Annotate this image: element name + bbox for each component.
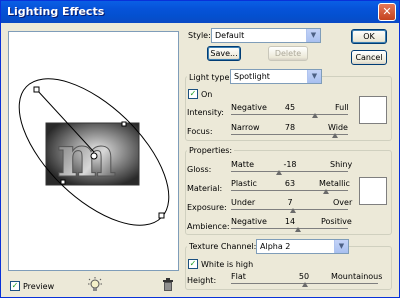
ok-button[interactable]: OK — [351, 29, 387, 44]
preview-panel[interactable]: m — [8, 31, 179, 271]
intensity-track — [231, 114, 348, 115]
light-handle-bottom — [158, 212, 165, 219]
height-value: 50 — [298, 272, 310, 281]
exposure-value: 7 — [287, 198, 293, 207]
focus-max: Wide — [328, 123, 348, 132]
gloss-min: Matte — [231, 160, 254, 169]
light-type-value: Spotlight — [234, 72, 270, 81]
focus-value: 78 — [284, 123, 296, 132]
ok-button-label: OK — [363, 32, 375, 41]
height-min: Flat — [231, 272, 246, 281]
ambience-track — [231, 228, 348, 229]
light-handle-top — [33, 86, 40, 93]
light-handle-top-right — [121, 121, 127, 127]
focus-slider[interactable] — [332, 133, 339, 138]
lighting-effects-dialog: Lighting Effects ✕ m ✓ Preview Style: De… — [0, 0, 400, 298]
intensity-value: 45 — [284, 103, 296, 112]
height-slider[interactable] — [301, 282, 308, 287]
exposure-slider[interactable] — [290, 208, 296, 213]
ambience-min: Negative — [231, 217, 267, 226]
close-button[interactable]: ✕ — [378, 3, 396, 21]
gloss-slider[interactable] — [275, 170, 282, 175]
exposure-min: Under — [231, 198, 256, 207]
focus-track — [231, 134, 348, 135]
height-label: Height: — [187, 276, 217, 285]
gloss-max: Shiny — [330, 160, 353, 169]
save-button[interactable]: Save... — [207, 46, 241, 61]
light-color-swatch[interactable] — [359, 96, 387, 124]
texture-channel-value: Alpha 2 — [260, 242, 291, 251]
dialog-title: Lighting Effects — [7, 5, 105, 18]
preview-canvas[interactable]: m — [9, 32, 180, 272]
ambience-slider[interactable] — [294, 227, 301, 232]
preview-checkbox[interactable]: ✓ — [10, 281, 20, 291]
properties-title: Properties: — [187, 146, 235, 155]
ambient-color-swatch[interactable] — [359, 177, 387, 205]
preview-letter-m: m — [57, 124, 116, 190]
texture-channel-select[interactable]: Alpha 2 ▼ — [256, 239, 349, 254]
white-is-high-checkbox[interactable]: ✓ — [188, 259, 198, 269]
light-on-checkbox[interactable]: ✓ — [188, 89, 198, 99]
delete-button-label: Delete — [274, 49, 302, 58]
material-track — [231, 190, 348, 191]
light-type-select[interactable]: Spotlight ▼ — [230, 69, 322, 84]
focus-min: Narrow — [231, 123, 260, 132]
material-slider[interactable] — [322, 189, 329, 194]
intensity-min: Negative — [231, 103, 267, 112]
chevron-down-icon: ▼ — [306, 29, 320, 42]
save-button-label: Save... — [210, 49, 238, 58]
cancel-button[interactable]: Cancel — [351, 50, 387, 65]
gloss-value: -18 — [283, 160, 297, 169]
chevron-down-icon: ▼ — [334, 240, 348, 253]
height-max: Mountainous — [331, 272, 383, 281]
ambience-label: Ambience: — [187, 222, 230, 231]
exposure-label: Exposure: — [187, 203, 227, 212]
ambience-max: Positive — [321, 217, 352, 226]
material-min: Plastic — [231, 179, 257, 188]
lightbulb-icon[interactable] — [87, 277, 103, 293]
light-on-label: On — [201, 90, 213, 99]
title-bar[interactable]: Lighting Effects ✕ — [1, 1, 399, 23]
light-center-handle — [90, 152, 98, 160]
intensity-label: Intensity: — [187, 108, 224, 117]
ambience-value: 14 — [284, 217, 296, 226]
light-handle-bottom-left — [60, 179, 66, 185]
delete-button[interactable]: Delete — [268, 46, 308, 61]
cancel-button-label: Cancel — [355, 53, 383, 62]
intensity-max: Full — [335, 103, 349, 112]
gloss-label: Gloss: — [187, 165, 212, 174]
material-value: 63 — [284, 179, 296, 188]
gloss-track — [231, 171, 348, 172]
preview-label: Preview — [23, 282, 55, 291]
style-label: Style: — [188, 31, 211, 40]
texture-channel-label: Texture Channel: — [187, 242, 259, 251]
chevron-down-icon: ▼ — [307, 70, 321, 83]
material-max: Metallic — [319, 179, 350, 188]
material-label: Material: — [187, 184, 223, 193]
focus-label: Focus: — [187, 127, 213, 136]
trash-icon[interactable] — [162, 278, 174, 292]
intensity-slider[interactable] — [312, 113, 319, 118]
light-type-label: Light type: — [187, 73, 235, 82]
exposure-max: Over — [333, 198, 353, 207]
white-is-high-label: White is high — [201, 260, 254, 269]
style-select[interactable]: Default ▼ — [211, 28, 321, 43]
style-value: Default — [215, 31, 245, 40]
